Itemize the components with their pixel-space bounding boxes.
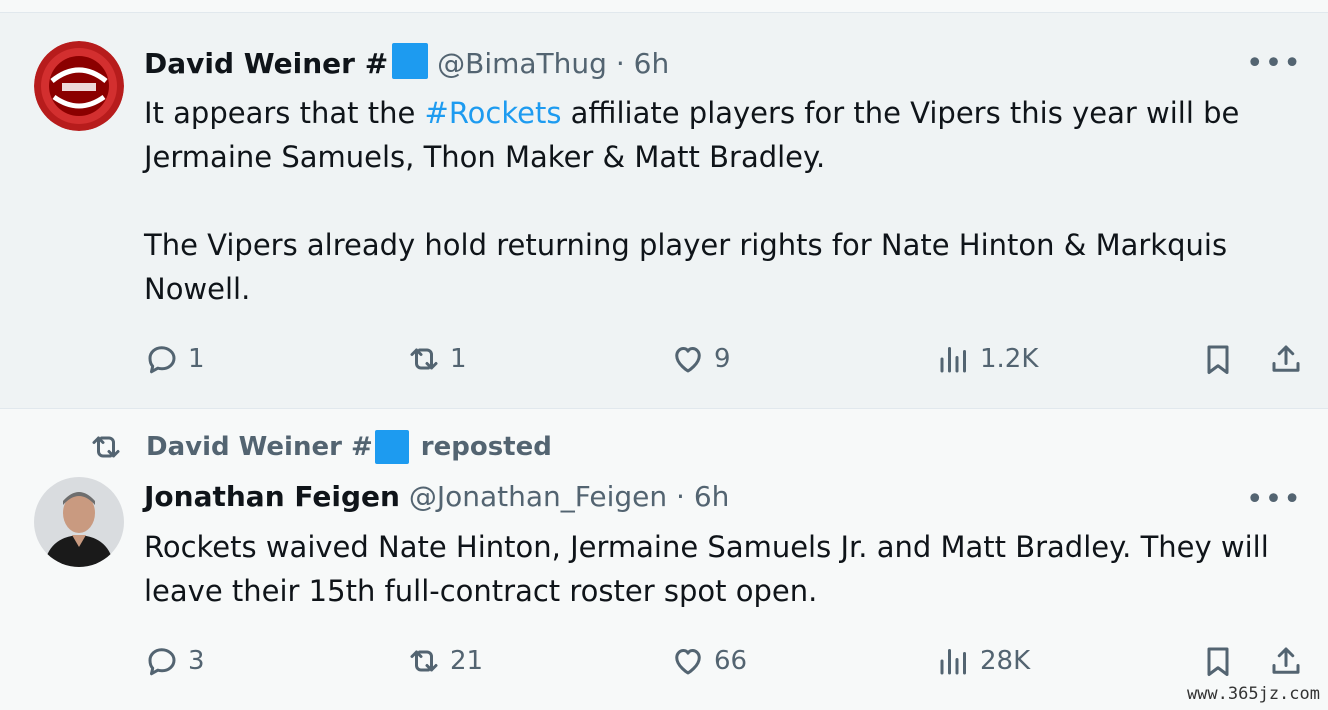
analytics-icon [940, 347, 966, 373]
like-button[interactable]: 66 [670, 643, 747, 679]
reply-count: 3 [188, 646, 205, 676]
heart-icon [675, 347, 701, 373]
share-icon [1272, 647, 1300, 674]
like-count: 66 [714, 646, 748, 676]
avatar[interactable] [34, 477, 124, 567]
emoji-badge-icon [392, 43, 429, 79]
views-button[interactable]: 28K [936, 643, 1030, 679]
views-count: 28K [980, 646, 1031, 676]
author-name[interactable]: David Weiner # [144, 47, 388, 80]
tweet-header: Jonathan Feigen @Jonathan_Feigen · 6h [144, 479, 729, 515]
bookmark-icon [1207, 647, 1229, 676]
reposter-name[interactable]: David Weiner # [146, 432, 373, 462]
author-handle[interactable]: @Jonathan_Feigen [409, 480, 667, 513]
reply-button[interactable]: 1 [144, 341, 205, 377]
action-bar: 3 21 66 28K [0, 643, 1328, 683]
heart-icon [675, 649, 701, 675]
separator: · [615, 47, 625, 80]
analytics-icon [940, 649, 966, 675]
repost-button[interactable]: 1 [406, 341, 467, 377]
timestamp[interactable]: 6h [634, 47, 670, 80]
like-button[interactable]: 9 [670, 341, 731, 377]
repost-count: 1 [450, 344, 467, 374]
repost-icon [410, 348, 438, 370]
watermark: www.365jz.com [1186, 684, 1320, 704]
repost-banner: David Weiner # reposted [88, 429, 552, 465]
more-options-button[interactable]: ••• [1246, 49, 1302, 79]
views-count: 1.2K [980, 344, 1039, 374]
timestamp[interactable]: 6h [694, 480, 730, 513]
reply-icon [148, 346, 176, 374]
more-options-button[interactable]: ••• [1246, 485, 1302, 515]
avatar-photo-icon [34, 477, 124, 567]
author-name[interactable]: Jonathan Feigen [144, 480, 400, 513]
tweet-header: David Weiner # @BimaThug · 6h [144, 43, 669, 82]
bookmark-button[interactable] [1200, 341, 1244, 377]
text-segment: It appears that the [144, 96, 425, 130]
emoji-badge-icon [374, 430, 409, 464]
reply-button[interactable]: 3 [144, 643, 205, 679]
views-button[interactable]: 1.2K [936, 341, 1038, 377]
repost-icon [410, 650, 438, 672]
action-bar: 1 1 9 1.2K [0, 341, 1328, 381]
separator: · [676, 480, 685, 513]
repost-button[interactable]: 21 [406, 643, 483, 679]
hashtag-link[interactable]: #Rockets [425, 96, 562, 130]
author-handle[interactable]: @BimaThug [437, 47, 607, 80]
tweet-paragraph: Rockets waived Nate Hinton, Jermaine Sam… [144, 530, 1269, 608]
reply-icon [148, 648, 176, 676]
tweet-paragraph: The Vipers already hold returning player… [144, 228, 1228, 306]
like-count: 9 [714, 344, 731, 374]
repost-icon [92, 436, 120, 458]
bookmark-button[interactable] [1200, 643, 1244, 679]
share-icon [1272, 345, 1300, 372]
tweet-card[interactable]: David Weiner # reposted Jonathan Feigen … [0, 408, 1328, 710]
avatar[interactable] [34, 41, 124, 131]
avatar-logo-icon [34, 41, 124, 131]
tweet-card[interactable]: David Weiner # @BimaThug · 6h ••• It app… [0, 12, 1328, 408]
repost-count: 21 [450, 646, 484, 676]
share-button[interactable] [1268, 643, 1312, 679]
reply-count: 1 [188, 344, 205, 374]
tweet-text: Rockets waived Nate Hinton, Jermaine Sam… [144, 525, 1304, 613]
repost-label: reposted [420, 432, 552, 462]
bookmark-icon [1207, 345, 1229, 374]
share-button[interactable] [1268, 341, 1312, 377]
tweet-paragraph: It appears that the #Rockets affiliate p… [144, 91, 1304, 179]
tweet-text: It appears that the #Rockets affiliate p… [144, 91, 1304, 311]
